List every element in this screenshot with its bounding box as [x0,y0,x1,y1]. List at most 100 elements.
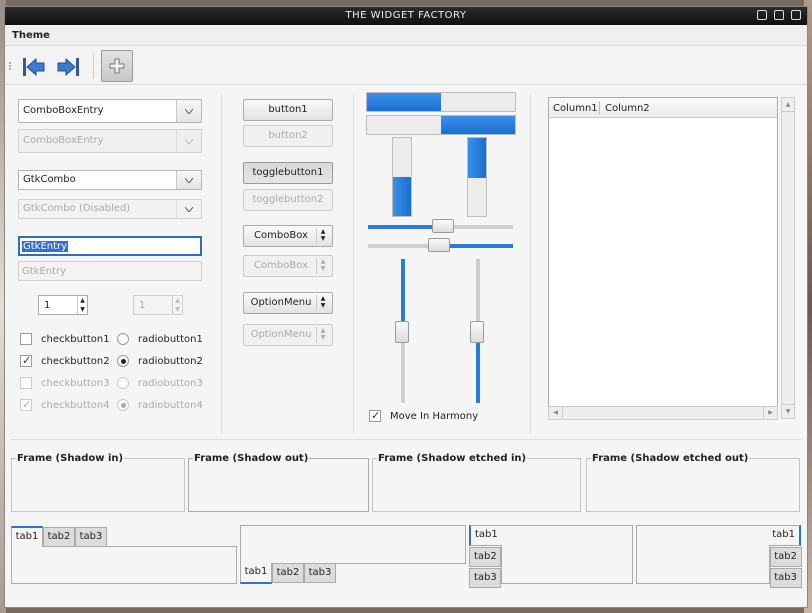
vscale-2[interactable] [470,259,484,403]
tab-bottom-1[interactable]: tab1 [240,563,272,584]
radiobutton3: radiobutton3 [117,377,203,389]
go-forward-icon[interactable] [53,52,83,82]
chevron-down-icon[interactable] [176,100,201,122]
spinbutton[interactable]: 1 ▲ ▼ [38,295,88,315]
comboboxentry-disabled-value: ComboBoxEntry [23,135,104,146]
tab-right-3[interactable]: tab3 [770,568,802,588]
tab-top-2[interactable]: tab2 [43,527,75,547]
move-in-harmony-check[interactable]: Move In Harmony [369,409,478,422]
tab-top-3[interactable]: tab3 [75,527,107,547]
column2-header[interactable]: Column2 [605,103,650,114]
add-icon[interactable] [101,50,133,82]
tab-right-2[interactable]: tab2 [770,547,802,567]
button2: button2 [243,125,333,147]
notebook-tabs-bottom [240,525,466,564]
tab-top-1[interactable]: tab1 [11,526,43,547]
spin-down-icon[interactable]: ▼ [80,306,85,313]
notebook-tabs-right [636,525,770,584]
vscale-handle[interactable] [470,321,484,343]
frame-label: Frame (Shadow out) [193,453,310,464]
tab-right-1[interactable]: tab1 [769,525,801,546]
gtkentry-disabled: GtkEntry [18,261,202,281]
main-window: THE WIDGET FACTORY Theme ComboBoxEntry C… [4,6,808,608]
go-back-icon[interactable] [19,52,49,82]
togglebutton1[interactable]: togglebutton1 [243,162,333,184]
toolbar-grip[interactable] [9,62,11,70]
tab-bottom-2[interactable]: tab2 [272,563,304,583]
chevron-down-icon[interactable] [176,171,201,189]
toolbar-separator [93,53,94,79]
checkbutton1-label: checkbutton1 [41,333,110,345]
checkbutton1[interactable]: checkbutton1 [20,333,110,345]
notebook-tabs-left [501,525,633,584]
hscale-2[interactable] [368,238,513,252]
tree-view[interactable]: Column1 Column2 [548,97,778,419]
combobox-disabled-label: ComboBox [254,260,308,271]
spin-up-icon[interactable]: ▲ [80,297,85,304]
scroll-right-icon[interactable]: ▶ [763,407,777,419]
radiobutton2-label: radiobutton2 [138,355,203,367]
tab-left-2[interactable]: tab2 [469,547,501,567]
updown-icon: ▲ ▼ [316,228,329,244]
frame-label: Frame (Shadow in) [16,453,125,464]
updown-icon: ▲ ▼ [316,327,329,343]
horizontal-scrollbar[interactable]: ◀ ▶ [548,406,778,420]
column-separator [530,95,531,433]
maximize-icon[interactable] [774,10,784,20]
comboboxentry-value: ComboBoxEntry [23,105,104,116]
togglebutton2: togglebutton2 [243,189,333,211]
updown-icon: ▲ ▼ [316,295,329,311]
checkbutton4: checkbutton4 [20,398,110,411]
hscale-handle[interactable] [428,238,450,252]
spinbutton-disabled: 1 ▲ ▼ [133,295,183,315]
menu-bar: Theme [5,26,807,46]
vscale-1[interactable] [395,259,409,403]
scroll-down-icon[interactable]: ▼ [782,404,794,418]
gtkentry-disabled-value: GtkEntry [22,266,67,277]
radiobutton2[interactable]: radiobutton2 [117,355,203,367]
combobox[interactable]: ComboBox ▲ ▼ [243,225,333,247]
spin-down-icon: ▼ [175,306,180,313]
horizontal-separator [11,439,801,440]
progressbar-horizontal-1 [366,92,516,112]
minimize-icon[interactable] [757,10,767,20]
column1-header[interactable]: Column1 [553,103,598,114]
vertical-scrollbar[interactable]: ▲ ▼ [781,97,795,419]
progressbar-vertical-1 [392,137,412,217]
gtkentry-value: GtkEntry [22,241,69,252]
title-bar[interactable]: THE WIDGET FACTORY [5,7,807,25]
hscale-handle[interactable] [432,219,454,233]
tab-bottom-3[interactable]: tab3 [304,563,336,583]
gtkcombo-value: GtkCombo [23,174,76,185]
frame-shadow-in: Frame (Shadow in) [11,453,185,512]
column-separator [221,95,222,433]
combobox-disabled: ComboBox ▲ ▼ [243,255,333,277]
scroll-up-icon[interactable]: ▲ [782,98,794,112]
close-icon[interactable] [791,10,801,20]
radiobutton3-label: radiobutton3 [138,377,203,389]
radiobutton1[interactable]: radiobutton1 [117,333,203,345]
hscale-1[interactable] [368,219,513,233]
tree-header: Column1 Column2 [549,98,777,118]
tab-left-3[interactable]: tab3 [469,568,501,588]
frame-shadow-etched-out: Frame (Shadow etched out) [586,453,800,512]
optionmenu[interactable]: OptionMenu ▲ ▼ [243,292,333,314]
progress-fill [441,116,515,134]
vscale-handle[interactable] [395,321,409,343]
checkbutton2-label: checkbutton2 [41,355,110,367]
button1[interactable]: button1 [243,99,333,121]
hscale-fill [368,225,438,229]
checkbutton2[interactable]: checkbutton2 [20,354,110,367]
gtkcombo[interactable]: GtkCombo [18,170,202,190]
comboboxentry-disabled: ComboBoxEntry [18,129,202,153]
gtkentry[interactable]: GtkEntry [18,236,202,256]
scroll-left-icon[interactable]: ◀ [549,407,563,419]
optionmenu-disabled: OptionMenu ▲ ▼ [243,324,333,346]
menu-theme[interactable]: Theme [12,30,50,41]
progress-fill [367,93,441,111]
window-title: THE WIDGET FACTORY [345,10,467,21]
radiobutton4: radiobutton4 [117,399,203,411]
notebook-tabs-top [11,546,237,584]
comboboxentry[interactable]: ComboBoxEntry [18,99,202,123]
tab-left-1[interactable]: tab1 [469,525,502,546]
